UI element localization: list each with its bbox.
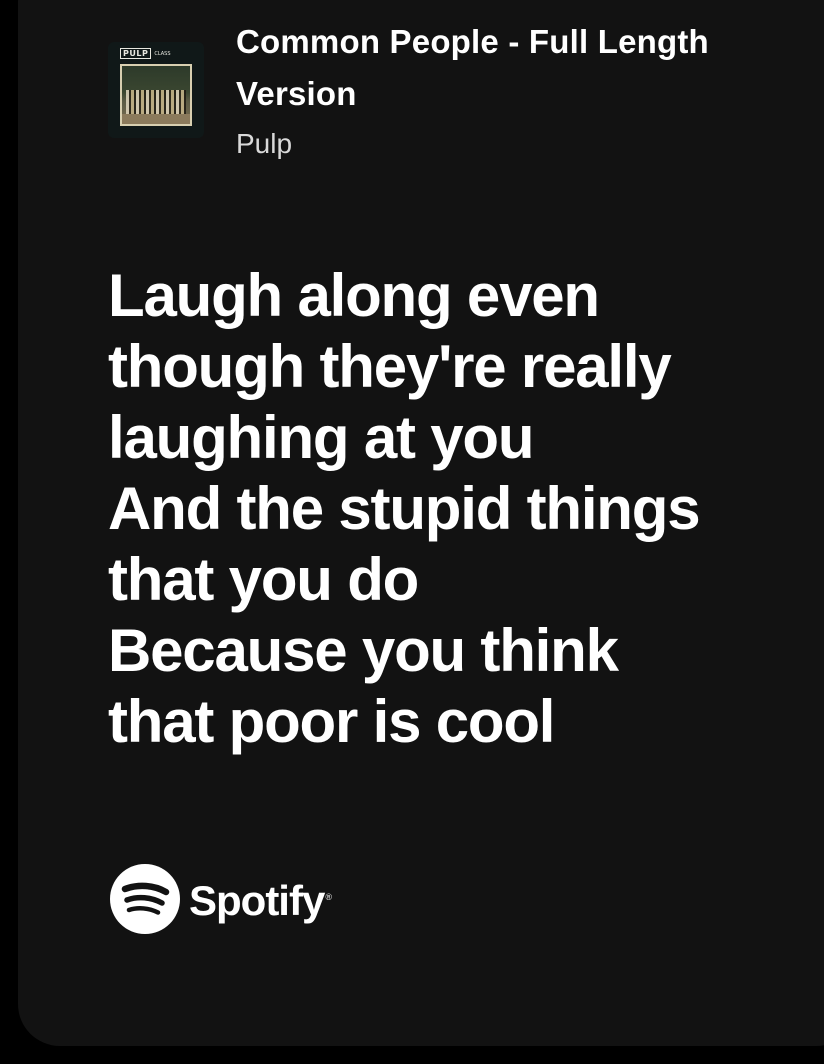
lyrics-share-card: PULP CLASS Common People - Full Length V…	[18, 0, 824, 1046]
lyric-line: that you do	[108, 546, 419, 613]
lyric-line: that poor is cool	[108, 688, 555, 755]
spotify-wordmark-text: Spotify	[189, 877, 325, 924]
album-art-photo	[120, 64, 192, 126]
album-art-logo-text: PULP	[120, 48, 152, 59]
album-art-figures	[126, 90, 186, 114]
lyric-line: laughing at you	[108, 404, 535, 471]
spotify-logo-icon	[110, 864, 180, 934]
album-art-logo: PULP CLASS	[120, 48, 171, 59]
album-art: PULP CLASS	[108, 42, 204, 138]
registered-mark: ®	[325, 892, 332, 902]
spotify-branding[interactable]: Spotify®	[110, 862, 332, 936]
track-header[interactable]: PULP CLASS Common People - Full Length V…	[108, 16, 796, 166]
lyric-line: And the stupid things	[108, 475, 701, 542]
lyric-line: Because you think	[108, 617, 619, 684]
album-art-logo-subtext: CLASS	[154, 50, 171, 57]
lyrics-block: Laugh along even though they're really l…	[108, 260, 808, 757]
spotify-wordmark: Spotify®	[189, 862, 332, 936]
track-meta: Common People - Full Length Version Pulp	[236, 16, 796, 166]
track-artist: Pulp	[236, 128, 293, 159]
lyric-line: though they're really	[108, 333, 672, 400]
lyric-line: Laugh along even	[108, 262, 600, 329]
album-art-floor	[122, 114, 190, 124]
track-title: Common People - Full Length Version	[236, 23, 709, 112]
